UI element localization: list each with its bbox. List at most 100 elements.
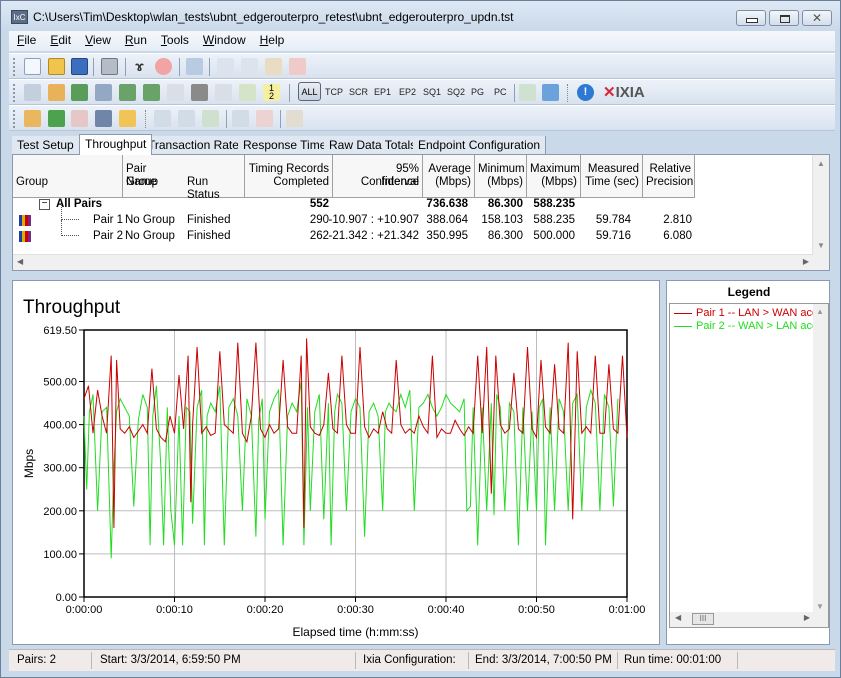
column-header-pair-group-name[interactable]: Pair Group Name: [123, 155, 185, 198]
table-vertical-scrollbar[interactable]: ▲ ▼: [812, 155, 829, 270]
menu-file[interactable]: File: [9, 31, 42, 47]
filter-all-button[interactable]: ALL: [298, 82, 321, 101]
legend-horizontal-scrollbar[interactable]: ◀ III ▶: [670, 612, 828, 627]
tab-transaction-rate[interactable]: Transaction Rate: [143, 136, 245, 154]
rename-icon[interactable]: [215, 84, 232, 101]
tab-response-time[interactable]: Response Time: [238, 136, 333, 154]
expand-icon[interactable]: [154, 110, 171, 127]
status-separator: [468, 652, 469, 669]
run-icon[interactable]: ɤ: [131, 58, 148, 75]
minimize-button[interactable]: [736, 10, 766, 26]
stop-icon[interactable]: [155, 58, 172, 75]
group-network-icon[interactable]: [95, 110, 112, 127]
script-icon[interactable]: [191, 84, 208, 101]
legend-item[interactable]: Pair 2 -- WAN > LAN acc: [674, 320, 818, 332]
filter-pc-button[interactable]: PC: [494, 87, 507, 97]
voice-pair-icon[interactable]: [143, 84, 160, 101]
save-icon[interactable]: [71, 58, 88, 75]
add-multicast-icon[interactable]: [48, 84, 65, 101]
export-icon[interactable]: [519, 84, 536, 101]
group-icon[interactable]: [24, 110, 41, 127]
group-remove-icon[interactable]: [71, 110, 88, 127]
info-icon[interactable]: !: [577, 84, 594, 101]
video-pair-icon[interactable]: [119, 84, 136, 101]
open-folder-icon[interactable]: [48, 58, 65, 75]
delete-icon[interactable]: [289, 58, 306, 75]
column-header-group[interactable]: Group: [13, 155, 123, 198]
menu-edit[interactable]: Edit: [42, 31, 77, 47]
scroll-left-icon[interactable]: ◀: [17, 257, 23, 266]
filter-sq1-button[interactable]: SQ1: [423, 87, 441, 97]
app-icon: IxC: [11, 10, 28, 24]
menu-view[interactable]: View: [77, 31, 117, 47]
menu-help[interactable]: Help: [252, 31, 291, 47]
cut-icon[interactable]: [217, 58, 234, 75]
sort-icon[interactable]: [232, 110, 249, 127]
table-horizontal-scrollbar[interactable]: ◀ ▶: [13, 254, 813, 270]
tab-endpoint-configuration[interactable]: Endpoint Configuration: [413, 136, 547, 154]
column-header-minimum-mbps[interactable]: Minimum (Mbps): [475, 155, 527, 198]
scroll-up-icon[interactable]: ▲: [817, 159, 825, 168]
new-file-icon[interactable]: [24, 58, 41, 75]
filter-ep1-button[interactable]: EP1: [374, 87, 391, 97]
column-header-run-status[interactable]: Run Status: [184, 155, 245, 201]
move-icon[interactable]: [202, 110, 219, 127]
paste-icon[interactable]: [265, 58, 282, 75]
header-line: Group: [16, 176, 48, 188]
filter-sq2-button[interactable]: SQ2: [447, 87, 465, 97]
refresh-icon[interactable]: [186, 58, 203, 75]
filter-tcp-button[interactable]: TCP: [325, 87, 343, 97]
maximize-button[interactable]: [769, 10, 799, 26]
scroll-thumb[interactable]: III: [692, 613, 714, 625]
add-endpoint-icon[interactable]: [71, 84, 88, 101]
status-separator: [737, 652, 738, 669]
print-icon[interactable]: [101, 58, 118, 75]
import-icon[interactable]: [542, 84, 559, 101]
filter-ep2-button[interactable]: EP2: [399, 87, 416, 97]
add-pair-icon[interactable]: [24, 84, 41, 101]
filter-scr-button[interactable]: SCR: [349, 87, 368, 97]
scroll-down-icon[interactable]: ▼: [816, 602, 824, 611]
legend-item[interactable]: Pair 1 -- LAN > WAN acc: [674, 307, 818, 319]
menu-tools[interactable]: Tools: [153, 31, 195, 47]
ungroup-icon[interactable]: [256, 110, 273, 127]
toolbar-grip[interactable]: [13, 84, 16, 102]
filter-pg-button[interactable]: PG: [471, 87, 484, 97]
swap-icon[interactable]: [239, 84, 256, 101]
column-header-timing-records-completed[interactable]: Timing Records Completed: [245, 155, 333, 198]
scroll-down-icon[interactable]: ▼: [817, 241, 825, 250]
toolbar-separator: [280, 110, 281, 128]
close-button[interactable]: ✕: [802, 10, 832, 26]
toolbar-separator: [226, 110, 227, 128]
tab-raw-data-totals[interactable]: Raw Data Totals: [324, 136, 423, 154]
menu-window[interactable]: Window: [195, 31, 252, 47]
scroll-up-icon[interactable]: ▲: [816, 307, 824, 316]
collapse-toggle[interactable]: −: [39, 199, 50, 210]
toolbar-grip[interactable]: [13, 58, 16, 76]
network-icon[interactable]: [95, 84, 112, 101]
column-header-maximum-mbps[interactable]: Maximum (Mbps): [527, 155, 581, 198]
edit-icon[interactable]: [167, 84, 184, 101]
scroll-right-icon[interactable]: ▶: [803, 257, 809, 266]
tab-throughput[interactable]: Throughput: [79, 134, 153, 155]
tab-test-setup[interactable]: Test Setup: [12, 136, 80, 154]
copy-icon[interactable]: [241, 58, 258, 75]
legend-vertical-scrollbar[interactable]: ▲ ▼: [813, 304, 828, 614]
menu-run[interactable]: Run: [117, 31, 153, 47]
group-flag-icon[interactable]: [119, 110, 136, 127]
toolbar-grip[interactable]: [13, 110, 16, 128]
cell-average: 350.995: [426, 230, 468, 242]
status-separator: [355, 652, 356, 669]
column-header-95-confidence-interval[interactable]: 95% Confidence Interval: [333, 155, 423, 198]
menu-accelerator: W: [202, 33, 215, 47]
collapse-icon[interactable]: [178, 110, 195, 127]
scroll-left-icon[interactable]: ◀: [675, 613, 681, 622]
fraction-icon[interactable]: 12: [263, 84, 280, 101]
column-header-relative-precision[interactable]: Relative Precision: [643, 155, 695, 198]
scroll-right-icon[interactable]: ▶: [804, 613, 810, 622]
column-header-measured-time-sec[interactable]: Measured Time (sec): [581, 155, 643, 198]
column-header-average-mbps[interactable]: Average (Mbps): [423, 155, 475, 198]
group-add-icon[interactable]: [48, 110, 65, 127]
properties-icon[interactable]: [286, 110, 303, 127]
cell-minimum: 158.103: [481, 214, 523, 226]
